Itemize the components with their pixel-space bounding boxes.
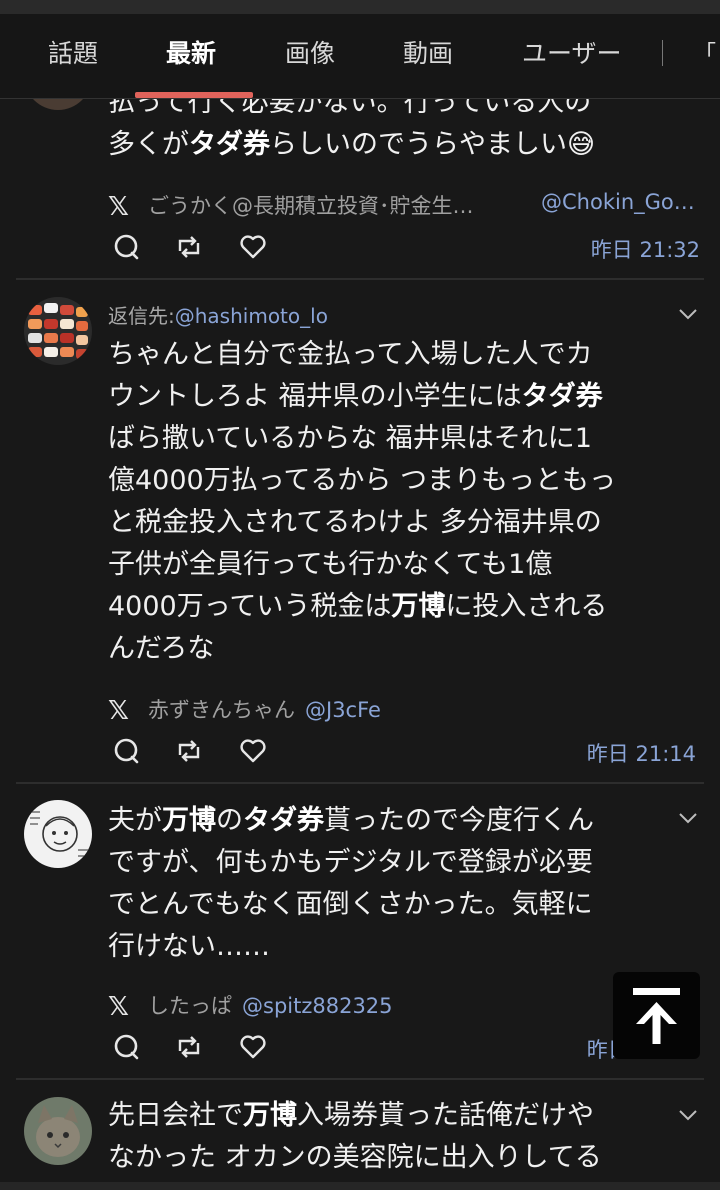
post-body-line: 行けない…… — [108, 931, 270, 962]
scroll-to-top-button[interactable] — [613, 972, 700, 1059]
x-logo-icon: 𝕏 — [108, 992, 129, 1022]
reply-icon[interactable] — [112, 736, 142, 766]
tab-images[interactable]: 画像 — [285, 34, 335, 70]
source-name: したっぱ — [148, 994, 232, 1018]
like-icon[interactable] — [238, 736, 268, 766]
post-body-line: と税金投入されてるわけよ 多分福井県の — [108, 507, 602, 538]
source-name: ごうかく@長期積立投資･貯金生… — [148, 194, 474, 218]
highlight-keyword: タダ券 — [243, 805, 324, 836]
highlight-keyword: タダ券 — [521, 381, 603, 412]
post-body-line: でとんでもなく面倒くさかった。気軽に — [108, 889, 593, 920]
scroll-top-icon — [633, 988, 680, 1044]
post-body-line: なかった オカンの美容院に出入りしてる — [108, 1142, 602, 1173]
post-source[interactable]: 𝕏 したっぱ @spitz882325 — [108, 990, 393, 1022]
tab-users[interactable]: ユーザー — [522, 34, 622, 70]
bottom-edge — [0, 1182, 720, 1190]
retweet-icon[interactable] — [174, 232, 204, 262]
post-body-line: 夫が万博のタダ券貰ったので今度行くん — [108, 805, 594, 836]
highlight-keyword: タダ券 — [189, 129, 270, 160]
chevron-down-icon[interactable] — [676, 806, 700, 830]
reply-icon[interactable] — [112, 232, 142, 262]
tab-separator — [662, 40, 663, 66]
post-body-line: 多くがタダ券らしいのでうらやましい😅 — [108, 129, 596, 160]
tab-videos[interactable]: 動画 — [403, 34, 453, 70]
tab-latest[interactable]: 最新 — [166, 34, 216, 70]
post-body-line: 先日会社で万博入場券貰った話俺だけや — [108, 1100, 594, 1131]
divider — [16, 278, 704, 280]
post-body-line: 4000万っていう税金は万博に投入される — [108, 591, 608, 622]
post-body-line: ですが、何もかもデジタルで登録が必要 — [108, 847, 593, 878]
chevron-down-icon[interactable] — [676, 1103, 700, 1127]
reply-to: 返信先:@hashimoto_lo — [108, 304, 328, 328]
x-logo-icon: 𝕏 — [108, 192, 129, 222]
post-body-line: 子供が全員行っても行かなくても1億 — [108, 549, 553, 580]
highlight-keyword: 万博 — [243, 1100, 297, 1131]
post-body: 先日会社で万博入場券貰った話俺だけや なかった オカンの美容院に出入りしてる — [108, 1095, 678, 1179]
source-handle: @spitz882325 — [242, 994, 393, 1018]
post-source[interactable]: 𝕏 赤ずきんちゃん @J3cFe — [108, 694, 381, 726]
retweet-icon[interactable] — [174, 736, 204, 766]
source-handle: @J3cFe — [305, 698, 381, 722]
post-body: ちゃんと自分で金払って入場した人でカ ウントしろよ 福井県の小学生にはタダ券 ば… — [108, 334, 678, 670]
post-body-line: ばら撒いているからな 福井県はそれに1 — [108, 423, 592, 454]
chevron-down-icon[interactable] — [676, 302, 700, 326]
divider — [16, 1078, 704, 1080]
tab-bar: 話題 最新 画像 動画 ユーザー 「 — [0, 14, 720, 99]
feed: 払って行く必要がない。行っている人の 多くがタダ券らしいのでうらやましい😅 𝕏ご… — [0, 0, 720, 1190]
highlight-keyword: 万博 — [162, 805, 216, 836]
tab-topics[interactable]: 話題 — [48, 34, 98, 70]
like-icon[interactable] — [238, 232, 268, 262]
avatar[interactable] — [24, 800, 92, 868]
post-body-line: ちゃんと自分で金払って入場した人でカ — [108, 339, 593, 370]
highlight-keyword: 万博 — [391, 591, 446, 622]
post-source[interactable]: 𝕏 ごうかく@長期積立投資･貯金生… — [108, 190, 484, 222]
source-handle[interactable]: @Chokin_Go… — [541, 190, 695, 214]
post-time[interactable]: 昨日 21:32 — [591, 234, 700, 264]
retweet-icon[interactable] — [174, 1032, 204, 1062]
like-icon[interactable] — [238, 1032, 268, 1062]
divider — [16, 782, 704, 784]
post-body: 夫が万博のタダ券貰ったので今度行くん ですが、何もかもデジタルで登録が必要 でと… — [108, 800, 678, 968]
tab-more[interactable]: 「 — [694, 36, 716, 68]
reply-handle[interactable]: @hashimoto_lo — [175, 304, 328, 328]
post-body-line: 億4000万払ってるから つまりもっともっ — [108, 465, 616, 496]
post-time[interactable]: 昨日 21:14 — [587, 738, 696, 768]
post-body-line: んだろな — [108, 633, 215, 664]
avatar[interactable] — [24, 297, 92, 365]
source-name: 赤ずきんちゃん — [148, 698, 295, 722]
emoji: 😅 — [567, 129, 596, 160]
post-body-line: ウントしろよ 福井県の小学生にはタダ券 — [108, 381, 603, 412]
active-tab-indicator — [135, 92, 253, 98]
reply-icon[interactable] — [112, 1032, 142, 1062]
x-logo-icon: 𝕏 — [108, 696, 129, 726]
avatar[interactable] — [24, 1097, 92, 1165]
